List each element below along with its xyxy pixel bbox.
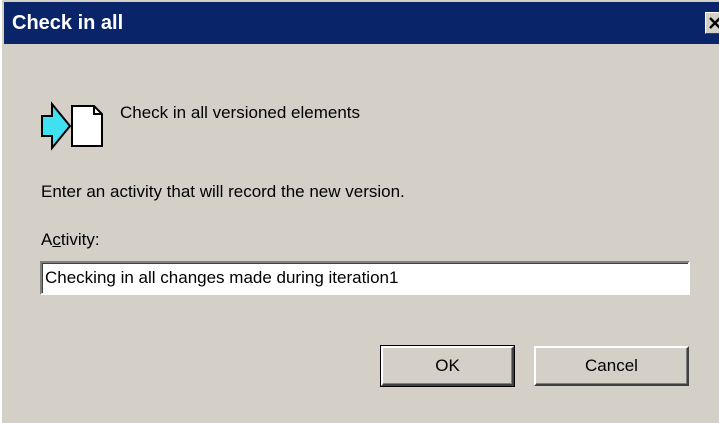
checkin-description: Check in all versioned elements [120,103,361,122]
close-button[interactable] [705,12,719,34]
activity-instruction: Enter an activity that will record the n… [41,182,405,201]
check-in-arrow-document-icon [41,101,103,151]
cancel-button[interactable]: Cancel [534,346,689,386]
activity-label-prefix: A [41,230,53,249]
activity-input[interactable] [40,261,690,295]
dialog-title: Check in all [12,12,124,34]
activity-label-suffix: tivity: [60,230,100,249]
check-in-all-dialog: Check in all Check in all versioned elem… [0,0,719,423]
title-bar[interactable]: Check in all [4,2,719,44]
close-icon [709,17,719,29]
ok-button[interactable]: OK [380,345,515,387]
activity-label-accelerator: c [52,230,61,249]
dialog-body: Check in all versioned elements Enter an… [2,44,719,423]
activity-label: Activity: [41,230,100,250]
